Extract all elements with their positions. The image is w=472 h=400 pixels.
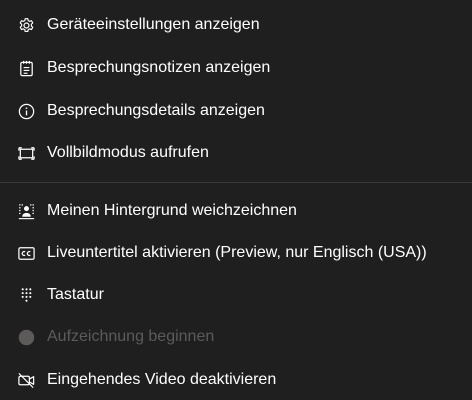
menu-item-label: Aufzeichnung beginnen bbox=[47, 328, 215, 345]
menu-item-meeting-notes[interactable]: Besprechungsnotizen anzeigen bbox=[0, 49, 472, 87]
menu-item-device-settings[interactable]: Geräteeinstellungen anzeigen bbox=[0, 6, 472, 44]
menu-item-disable-incoming-video[interactable]: Eingehendes Video deaktivieren bbox=[0, 361, 472, 399]
record-icon bbox=[17, 328, 36, 347]
menu-item-start-recording: Aufzeichnung beginnen bbox=[0, 318, 472, 356]
menu-item-label: Besprechungsnotizen anzeigen bbox=[47, 59, 271, 76]
menu-divider bbox=[0, 182, 472, 183]
gear-icon bbox=[17, 16, 36, 35]
menu-item-label: Geräteeinstellungen anzeigen bbox=[47, 16, 260, 33]
menu-item-label: Vollbildmodus aufrufen bbox=[47, 144, 209, 161]
video-off-icon bbox=[17, 371, 36, 390]
menu-item-label: Liveuntertitel aktivieren (Preview, nur … bbox=[47, 244, 427, 261]
dialpad-icon bbox=[17, 286, 36, 305]
menu-item-meeting-details[interactable]: Besprechungsdetails anzeigen bbox=[0, 92, 472, 130]
closed-captions-icon bbox=[17, 244, 36, 263]
more-actions-menu: Geräteeinstellungen anzeigen Besprechung… bbox=[0, 0, 472, 400]
blur-background-icon bbox=[17, 202, 36, 221]
notes-icon bbox=[17, 59, 36, 78]
fullscreen-icon bbox=[17, 144, 36, 163]
menu-item-blur-background[interactable]: Meinen Hintergrund weichzeichnen bbox=[0, 192, 472, 230]
info-icon bbox=[17, 102, 36, 121]
menu-item-label: Eingehendes Video deaktivieren bbox=[47, 371, 277, 388]
menu-item-fullscreen[interactable]: Vollbildmodus aufrufen bbox=[0, 134, 472, 172]
menu-item-live-captions[interactable]: Liveuntertitel aktivieren (Preview, nur … bbox=[0, 234, 472, 272]
menu-item-dialpad[interactable]: Tastatur bbox=[0, 276, 472, 314]
menu-item-label: Meinen Hintergrund weichzeichnen bbox=[47, 202, 297, 219]
menu-item-label: Tastatur bbox=[47, 286, 104, 303]
menu-item-label: Besprechungsdetails anzeigen bbox=[47, 102, 265, 119]
